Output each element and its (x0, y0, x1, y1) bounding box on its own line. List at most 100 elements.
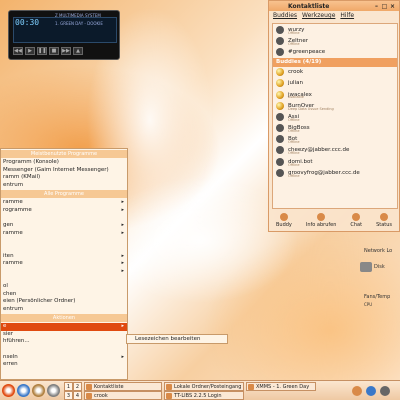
menu-item[interactable]: Programm (Konsole) (1, 159, 127, 167)
chat-button[interactable]: Chat (350, 211, 362, 231)
buddy-button-label: Buddy (275, 222, 292, 228)
task-contacts[interactable]: Kontaktliste (84, 382, 162, 391)
task-label: Kontaktliste (94, 384, 124, 390)
desktop-4[interactable]: 4 (73, 391, 82, 400)
menu-item[interactable] (1, 237, 127, 245)
tray-volume-icon[interactable] (352, 386, 362, 396)
contact-item[interactable]: julian (273, 78, 397, 89)
menu-buddies[interactable]: Buddies (273, 12, 297, 20)
menu-item[interactable]: ramme ▸ (1, 230, 127, 238)
menu-item[interactable]: ramm (KMail) (1, 174, 127, 182)
contact-item[interactable]: groovyfrog@jabber.ccc.de Offline (273, 167, 397, 178)
menu-item[interactable]: ramme ▸ (1, 260, 127, 268)
browser-icon[interactable] (17, 384, 30, 397)
contact-item[interactable]: Zeltner Offline (273, 35, 397, 46)
close-icon[interactable]: × (389, 3, 396, 10)
task-crook[interactable]: crook (84, 391, 162, 400)
contact-status: Offline (288, 117, 300, 122)
contact-status: Available (288, 95, 304, 100)
menu-item-label: chen (3, 290, 17, 297)
minimize-icon[interactable]: – (373, 3, 380, 10)
contact-status-icon (276, 36, 284, 45)
menu-bar: Buddies Werkzeuge Hilfe (269, 11, 399, 21)
prev-icon[interactable]: ◀◀ (13, 47, 23, 55)
status-button[interactable]: Status (376, 211, 392, 231)
contact-item[interactable]: wurzy Offline (273, 24, 397, 35)
menu-item[interactable] (1, 275, 127, 283)
online-bulb-icon (276, 90, 284, 99)
task-login[interactable]: TT-LIBS 2.2.5 Login (164, 391, 244, 400)
task-icon (86, 393, 92, 399)
desktop-3[interactable]: 3 (64, 391, 73, 400)
buddy-button[interactable]: Buddy (276, 211, 292, 231)
k-menu-icon[interactable] (2, 384, 15, 397)
offline-bulb-icon (276, 112, 284, 121)
menu-item[interactable]: gen ▸ (1, 222, 127, 230)
contact-item[interactable]: BurnOver Deep Data Ussue Sending (273, 100, 397, 111)
desktop-1[interactable]: 1 (64, 382, 73, 391)
menu-item[interactable]: e ▸ (1, 323, 127, 331)
control-center-item[interactable]: entrum (1, 306, 127, 314)
task-xmms[interactable]: XMMS - 1. Green Day (246, 382, 316, 391)
disk-label: Disk (374, 264, 385, 270)
menu-item[interactable]: ol (1, 283, 127, 291)
maximize-icon[interactable]: □ (381, 3, 388, 10)
edit-bookmarks-item[interactable]: Lesezeichen bearbeiten (135, 336, 200, 342)
contact-item[interactable]: jwacalex Available (273, 89, 397, 100)
desktop-2[interactable]: 2 (73, 382, 82, 391)
group-header[interactable]: Buddies (4/19) (273, 57, 397, 67)
menu-item[interactable]: ramme ▸ (1, 199, 127, 207)
menu-item[interactable]: hführen... (1, 338, 127, 346)
menu-item[interactable]: erren (1, 361, 127, 369)
play-icon[interactable]: ▶ (25, 47, 35, 55)
pause-icon[interactable]: ❚❚ (37, 47, 47, 55)
status-button-label: Status (376, 222, 392, 228)
tray-network-icon[interactable] (366, 386, 376, 396)
submenu-arrow-icon: ▸ (121, 222, 124, 229)
info-button[interactable]: Info abrufen (306, 211, 336, 231)
fans-label: Fans/Temp (364, 294, 391, 300)
contact-list: wurzy Offline Zeltner Offline #greenpeac… (272, 23, 398, 209)
contact-item[interactable]: Assi Offline (273, 111, 397, 122)
contact-item[interactable]: cheezy@jabber.ccc.de Offline (273, 145, 397, 156)
menu-item[interactable]: nseln ▸ (1, 354, 127, 362)
menu-item[interactable]: ▸ (1, 268, 127, 276)
menu-help[interactable]: Hilfe (340, 12, 354, 20)
menu-item[interactable]: entrum (1, 182, 127, 190)
menu-item-label: iten (3, 252, 14, 259)
menu-item[interactable] (1, 245, 127, 253)
menu-item[interactable]: sier (1, 331, 127, 339)
all-programs-list: ramme ▸ rogramme ▸ gen ▸ ramme ▸ iten ▸ ramme ▸ ▸ ol c… (1, 199, 127, 305)
submenu-arrow-icon: ▸ (121, 353, 124, 360)
menu-item[interactable] (1, 346, 127, 354)
menu-item-label: Messenger (Gaim Internet Messenger) (3, 166, 109, 173)
contact-status: Offline (288, 162, 300, 167)
contact-item[interactable]: crook (273, 67, 397, 78)
task-mail[interactable]: Lokale Ordner/Posteingang (164, 382, 244, 391)
contact-list-window: Kontaktliste – □ × Buddies Werkzeuge Hil… (268, 0, 400, 232)
next-icon[interactable]: ▶▶ (61, 47, 71, 55)
home-icon[interactable] (32, 384, 45, 397)
menu-item[interactable]: rogramme ▸ (1, 207, 127, 215)
title-bar[interactable]: Kontaktliste – □ × (269, 1, 399, 11)
eject-icon[interactable]: ▲ (73, 47, 83, 55)
start-menu: Meistbenutzte Programme Programm (Konsol… (0, 148, 128, 380)
contact-item[interactable]: domi.bot Offline (273, 156, 397, 167)
contact-item[interactable]: BigBoss Offline (273, 123, 397, 134)
contact-name: julian (288, 80, 303, 87)
menu-item-label: eien (Persönlicher Ordner) (3, 298, 76, 305)
media-player[interactable]: 00:30 Z MULTIMEDIA SYSTEM 1. GREEN DAY -… (8, 10, 120, 60)
tray-clock-icon[interactable] (380, 386, 390, 396)
menu-item[interactable]: chen (1, 291, 127, 299)
contact-status: Offline (288, 41, 300, 46)
menu-item[interactable] (1, 215, 127, 223)
contact-item[interactable]: Bot Offline (273, 134, 397, 145)
menu-item[interactable]: iten ▸ (1, 253, 127, 261)
menu-tools[interactable]: Werkzeuge (302, 12, 335, 20)
stop-icon[interactable]: ■ (49, 47, 59, 55)
terminal-icon[interactable] (47, 384, 60, 397)
status-icon (380, 213, 389, 221)
contact-item[interactable]: #greenpeace (273, 46, 397, 57)
menu-item[interactable]: Messenger (Gaim Internet Messenger) (1, 167, 127, 175)
menu-item[interactable]: eien (Persönlicher Ordner) (1, 298, 127, 306)
